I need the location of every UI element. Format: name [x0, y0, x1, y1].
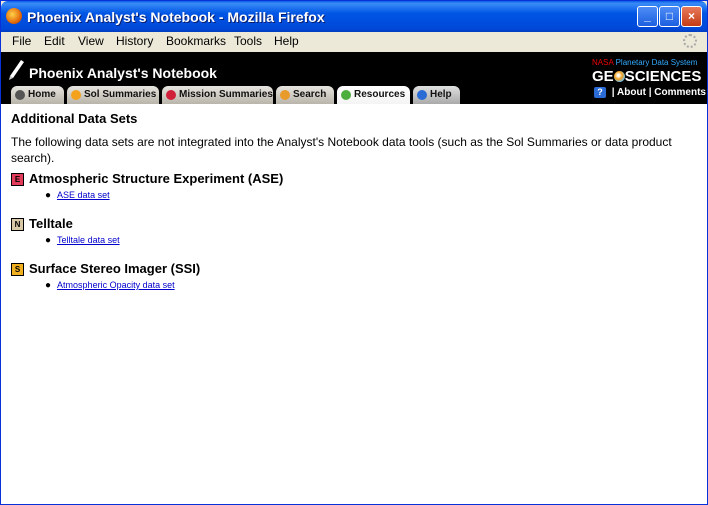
tab-help[interactable]: Help — [413, 86, 460, 104]
header-links: ? | About | Comments — [594, 87, 706, 98]
tab-home[interactable]: Home — [11, 86, 64, 104]
firefox-icon — [6, 8, 22, 24]
tab-label: Mission Summaries — [179, 89, 273, 100]
title-bar[interactable]: Phoenix Analyst's Notebook - Mozilla Fir… — [1, 1, 707, 32]
page-content: Additional Data Sets The following data … — [1, 104, 707, 504]
dataset-heading-ase: E Atmospheric Structure Experiment (ASE) — [11, 171, 283, 186]
target-icon — [166, 90, 176, 100]
tab-sol-summaries[interactable]: Sol Summaries — [67, 86, 159, 104]
dataset-name: Telltale — [29, 216, 73, 231]
menu-help[interactable]: Help — [274, 34, 299, 48]
help-icon[interactable]: ? — [594, 87, 606, 98]
opacity-dataset-link[interactable]: Atmospheric Opacity data set — [57, 280, 175, 290]
menu-bookmarks[interactable]: Bookmarks — [166, 34, 226, 48]
bullet: ● — [45, 190, 52, 201]
separator: | — [611, 87, 615, 98]
bullet: ● — [45, 280, 52, 291]
comments-link[interactable]: Comments — [654, 87, 706, 98]
globe-icon — [613, 71, 625, 82]
geosciences-logo[interactable]: GE SCIENCES — [592, 68, 701, 85]
logo-prefix: GE — [592, 68, 614, 85]
menu-edit[interactable]: Edit — [44, 34, 65, 48]
tab-resources[interactable]: Resources — [337, 86, 410, 104]
menu-history[interactable]: History — [116, 34, 153, 48]
sun-icon — [71, 90, 81, 100]
menu-tools[interactable]: Tools — [234, 34, 262, 48]
pds-text: Planetary Data System — [615, 58, 698, 67]
instrument-badge: E — [11, 173, 24, 186]
tab-label: Sol Summaries — [84, 89, 157, 100]
about-link[interactable]: About — [617, 87, 646, 98]
maximize-button[interactable]: □ — [659, 6, 680, 27]
pencil-icon — [9, 60, 24, 80]
nasa-label: NASA — [592, 58, 614, 67]
list-item: ● Atmospheric Opacity data set — [45, 280, 175, 291]
wrench-icon — [341, 90, 351, 100]
site-title: Phoenix Analyst's Notebook — [29, 65, 217, 81]
dataset-name: Atmospheric Structure Experiment (ASE) — [29, 171, 284, 186]
close-button[interactable]: × — [681, 6, 702, 27]
pencil-icon — [15, 90, 25, 100]
dataset-name: Surface Stereo Imager (SSI) — [29, 261, 201, 276]
minimize-button[interactable]: _ — [637, 6, 658, 27]
separator: | — [648, 87, 652, 98]
list-item: ● Telltale data set — [45, 235, 120, 246]
tab-label: Search — [293, 89, 327, 100]
search-icon — [280, 90, 290, 100]
window-title: Phoenix Analyst's Notebook - Mozilla Fir… — [27, 9, 325, 25]
menu-bar: File Edit View History Bookmarks Tools H… — [1, 32, 707, 51]
page-title: Additional Data Sets — [11, 111, 138, 126]
list-item: ● ASE data set — [45, 190, 110, 201]
pds-label: NASA Planetary Data System — [592, 58, 697, 67]
bullet: ● — [45, 235, 52, 246]
ase-dataset-link[interactable]: ASE data set — [57, 190, 110, 200]
instrument-badge: N — [11, 218, 24, 231]
intro-text: The following data sets are not integrat… — [11, 135, 672, 165]
logo-suffix: SCIENCES — [624, 68, 702, 85]
tab-label: Help — [430, 89, 452, 100]
help-icon — [417, 90, 427, 100]
throbber-icon — [683, 34, 697, 48]
site-header: Phoenix Analyst's Notebook Home Sol Summ… — [1, 52, 707, 104]
telltale-dataset-link[interactable]: Telltale data set — [57, 235, 120, 245]
tab-search[interactable]: Search — [276, 86, 334, 104]
dataset-heading-telltale: N Telltale — [11, 216, 73, 231]
dataset-heading-ssi: S Surface Stereo Imager (SSI) — [11, 261, 200, 276]
tab-label: Resources — [354, 89, 406, 100]
menu-view[interactable]: View — [78, 34, 104, 48]
tab-mission-summaries[interactable]: Mission Summaries — [162, 86, 273, 104]
menu-file[interactable]: File — [12, 34, 31, 48]
instrument-badge: S — [11, 263, 24, 276]
browser-window: Phoenix Analyst's Notebook - Mozilla Fir… — [0, 0, 708, 505]
tab-label: Home — [28, 89, 56, 100]
